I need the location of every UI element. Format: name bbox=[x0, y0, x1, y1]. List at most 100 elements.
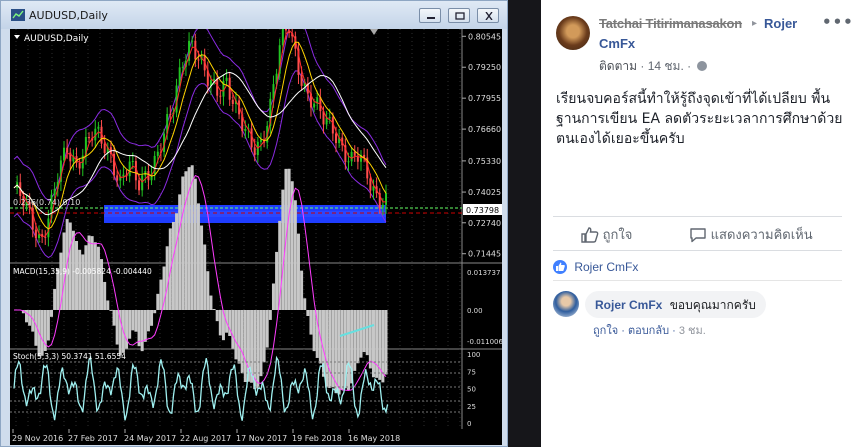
commenter-avatar[interactable] bbox=[553, 291, 579, 317]
stochastic-tick-label: 0 bbox=[467, 420, 471, 428]
comment-button[interactable]: แสดงความคิดเห็น bbox=[689, 224, 813, 244]
author-avatar[interactable] bbox=[556, 16, 590, 50]
macd-tick-label: -0.011006 bbox=[467, 338, 502, 346]
minimize-button[interactable] bbox=[419, 8, 441, 23]
stochastic-tick-label: 50 bbox=[467, 386, 476, 394]
screenshot-root: AUDUSD,Daily AUDUSD,Daily 0.236(0.74) 0.… bbox=[0, 0, 854, 447]
like-button[interactable]: ถูกใจ bbox=[581, 224, 632, 244]
stochastic-tick-label: 100 bbox=[467, 351, 480, 359]
candle-body bbox=[328, 117, 331, 119]
time-tick-label: 29 Nov 2016 bbox=[12, 434, 63, 443]
macd-tick-label: 0.013737 bbox=[467, 269, 500, 277]
candle-body bbox=[144, 171, 147, 176]
liked-by-name[interactable]: Rojer CmFx bbox=[574, 260, 638, 274]
stochastic-label: Stoch(5,3,3) 50.3741 51.6554 bbox=[13, 352, 126, 361]
candle-body bbox=[347, 161, 350, 163]
candle-body bbox=[141, 175, 144, 191]
divider bbox=[553, 250, 842, 251]
comment-like-link[interactable]: ถูกใจ bbox=[593, 325, 618, 337]
candle-body bbox=[53, 188, 56, 195]
price-tick-label: 0.76660 bbox=[468, 125, 501, 134]
maximize-button[interactable] bbox=[448, 8, 470, 23]
fib-label: 0.236(0.74) 0.10 bbox=[13, 198, 80, 207]
current-price-label: 0.73798 bbox=[466, 206, 499, 215]
candle-body bbox=[169, 114, 172, 116]
follow-link[interactable]: ติดตาม bbox=[599, 59, 637, 73]
author-name[interactable]: Tatchai Titirimanasakon bbox=[599, 16, 749, 31]
macd-label: MACD(15,35,9) -0.005824 -0.004440 bbox=[13, 267, 152, 276]
chart-window: AUDUSD,Daily AUDUSD,Daily 0.236(0.74) 0.… bbox=[0, 0, 508, 447]
window-title: AUDUSD,Daily bbox=[29, 9, 108, 22]
comment-time[interactable]: 3 ชม. bbox=[679, 325, 706, 337]
candle-body bbox=[334, 133, 337, 144]
candle-body bbox=[303, 83, 306, 86]
time-tick-label: 27 Feb 2017 bbox=[68, 434, 118, 443]
divider bbox=[553, 280, 842, 281]
candle-body bbox=[156, 151, 159, 156]
chart-area[interactable]: AUDUSD,Daily 0.236(0.74) 0.10 0.80545 0.7… bbox=[10, 29, 502, 445]
chart-app-icon bbox=[11, 9, 25, 21]
candle-body bbox=[281, 29, 284, 46]
candle-body bbox=[225, 77, 228, 81]
comment-icon bbox=[690, 227, 706, 242]
facebook-post-card: Tatchai Titirimanasakon ▸ Rojer CmFx •••… bbox=[541, 0, 854, 447]
stochastic-tick-label: 75 bbox=[467, 368, 476, 376]
time-tick-label: 24 May 2017 bbox=[124, 434, 176, 443]
comment-bubble: Rojer CmFx ขอบคุณมากครับ bbox=[585, 291, 766, 318]
candle-body bbox=[128, 161, 131, 177]
candle-body bbox=[353, 151, 356, 156]
comment-author[interactable]: Rojer CmFx bbox=[595, 298, 662, 312]
meta-dot: · bbox=[621, 325, 625, 337]
candle-body bbox=[131, 161, 134, 163]
candle-body bbox=[350, 151, 353, 162]
candle-body bbox=[44, 236, 47, 238]
comment-reply-link[interactable]: ตอบกลับ bbox=[628, 325, 669, 337]
post-text: เรียนจบคอร์สนี้ทำให้รู้ถึงจุดเข้าที่ได้เ… bbox=[556, 91, 843, 147]
comment-label: แสดงความคิดเห็น bbox=[710, 227, 813, 242]
candle-body bbox=[78, 162, 81, 169]
candle-body bbox=[231, 99, 234, 105]
time-tick-label: 16 May 2018 bbox=[348, 434, 400, 443]
candle-body bbox=[63, 147, 66, 161]
support-zone-center bbox=[104, 211, 386, 217]
candle-body bbox=[191, 40, 194, 42]
more-options-icon[interactable]: ••• bbox=[822, 13, 854, 31]
post-time[interactable]: 14 ชม. bbox=[648, 59, 684, 73]
post-meta: ติดตาม · 14 ชม. · bbox=[599, 57, 708, 76]
comment-text: ขอบคุณมากครับ bbox=[669, 298, 756, 312]
close-button[interactable] bbox=[477, 8, 499, 23]
window-titlebar[interactable]: AUDUSD,Daily bbox=[1, 1, 507, 29]
candle-body bbox=[284, 29, 287, 31]
shared-to-arrow-icon: ▸ bbox=[752, 18, 758, 29]
candle-body bbox=[244, 128, 247, 132]
candle-body bbox=[116, 175, 119, 181]
thumbs-up-icon bbox=[581, 226, 599, 243]
meta-dot: · bbox=[672, 325, 676, 337]
candle-body bbox=[194, 40, 197, 60]
price-tick-label: 0.80545 bbox=[468, 32, 501, 41]
price-tick-label: 0.77955 bbox=[468, 94, 501, 103]
candle-body bbox=[88, 136, 91, 139]
candle-body bbox=[34, 229, 37, 239]
like-reaction-icon bbox=[553, 260, 567, 274]
candle-body bbox=[213, 78, 216, 81]
price-tick-label: 0.71445 bbox=[468, 250, 501, 259]
like-label: ถูกใจ bbox=[602, 227, 633, 242]
meta-dot: · bbox=[640, 59, 645, 73]
time-tick-label: 19 Feb 2018 bbox=[292, 434, 342, 443]
candle-body bbox=[313, 103, 316, 108]
candle-body bbox=[253, 147, 256, 156]
price-chart-svg[interactable]: AUDUSD,Daily 0.236(0.74) 0.10 0.80545 0.7… bbox=[10, 29, 502, 445]
close-icon bbox=[485, 12, 493, 20]
macd-tick-label: 0.00 bbox=[467, 307, 483, 315]
candle-body bbox=[219, 95, 222, 97]
candle-body bbox=[97, 126, 100, 129]
divider bbox=[553, 216, 842, 217]
page-name-link-2[interactable]: CmFx bbox=[599, 36, 635, 51]
time-tick-label: 22 Aug 2017 bbox=[180, 434, 231, 443]
likes-summary[interactable]: Rojer CmFx bbox=[553, 260, 638, 274]
price-tick-label: 0.75330 bbox=[468, 157, 501, 166]
page-name-link[interactable]: Rojer bbox=[764, 16, 797, 31]
candle-body bbox=[103, 143, 106, 153]
price-tick-label: 0.74025 bbox=[468, 188, 501, 197]
